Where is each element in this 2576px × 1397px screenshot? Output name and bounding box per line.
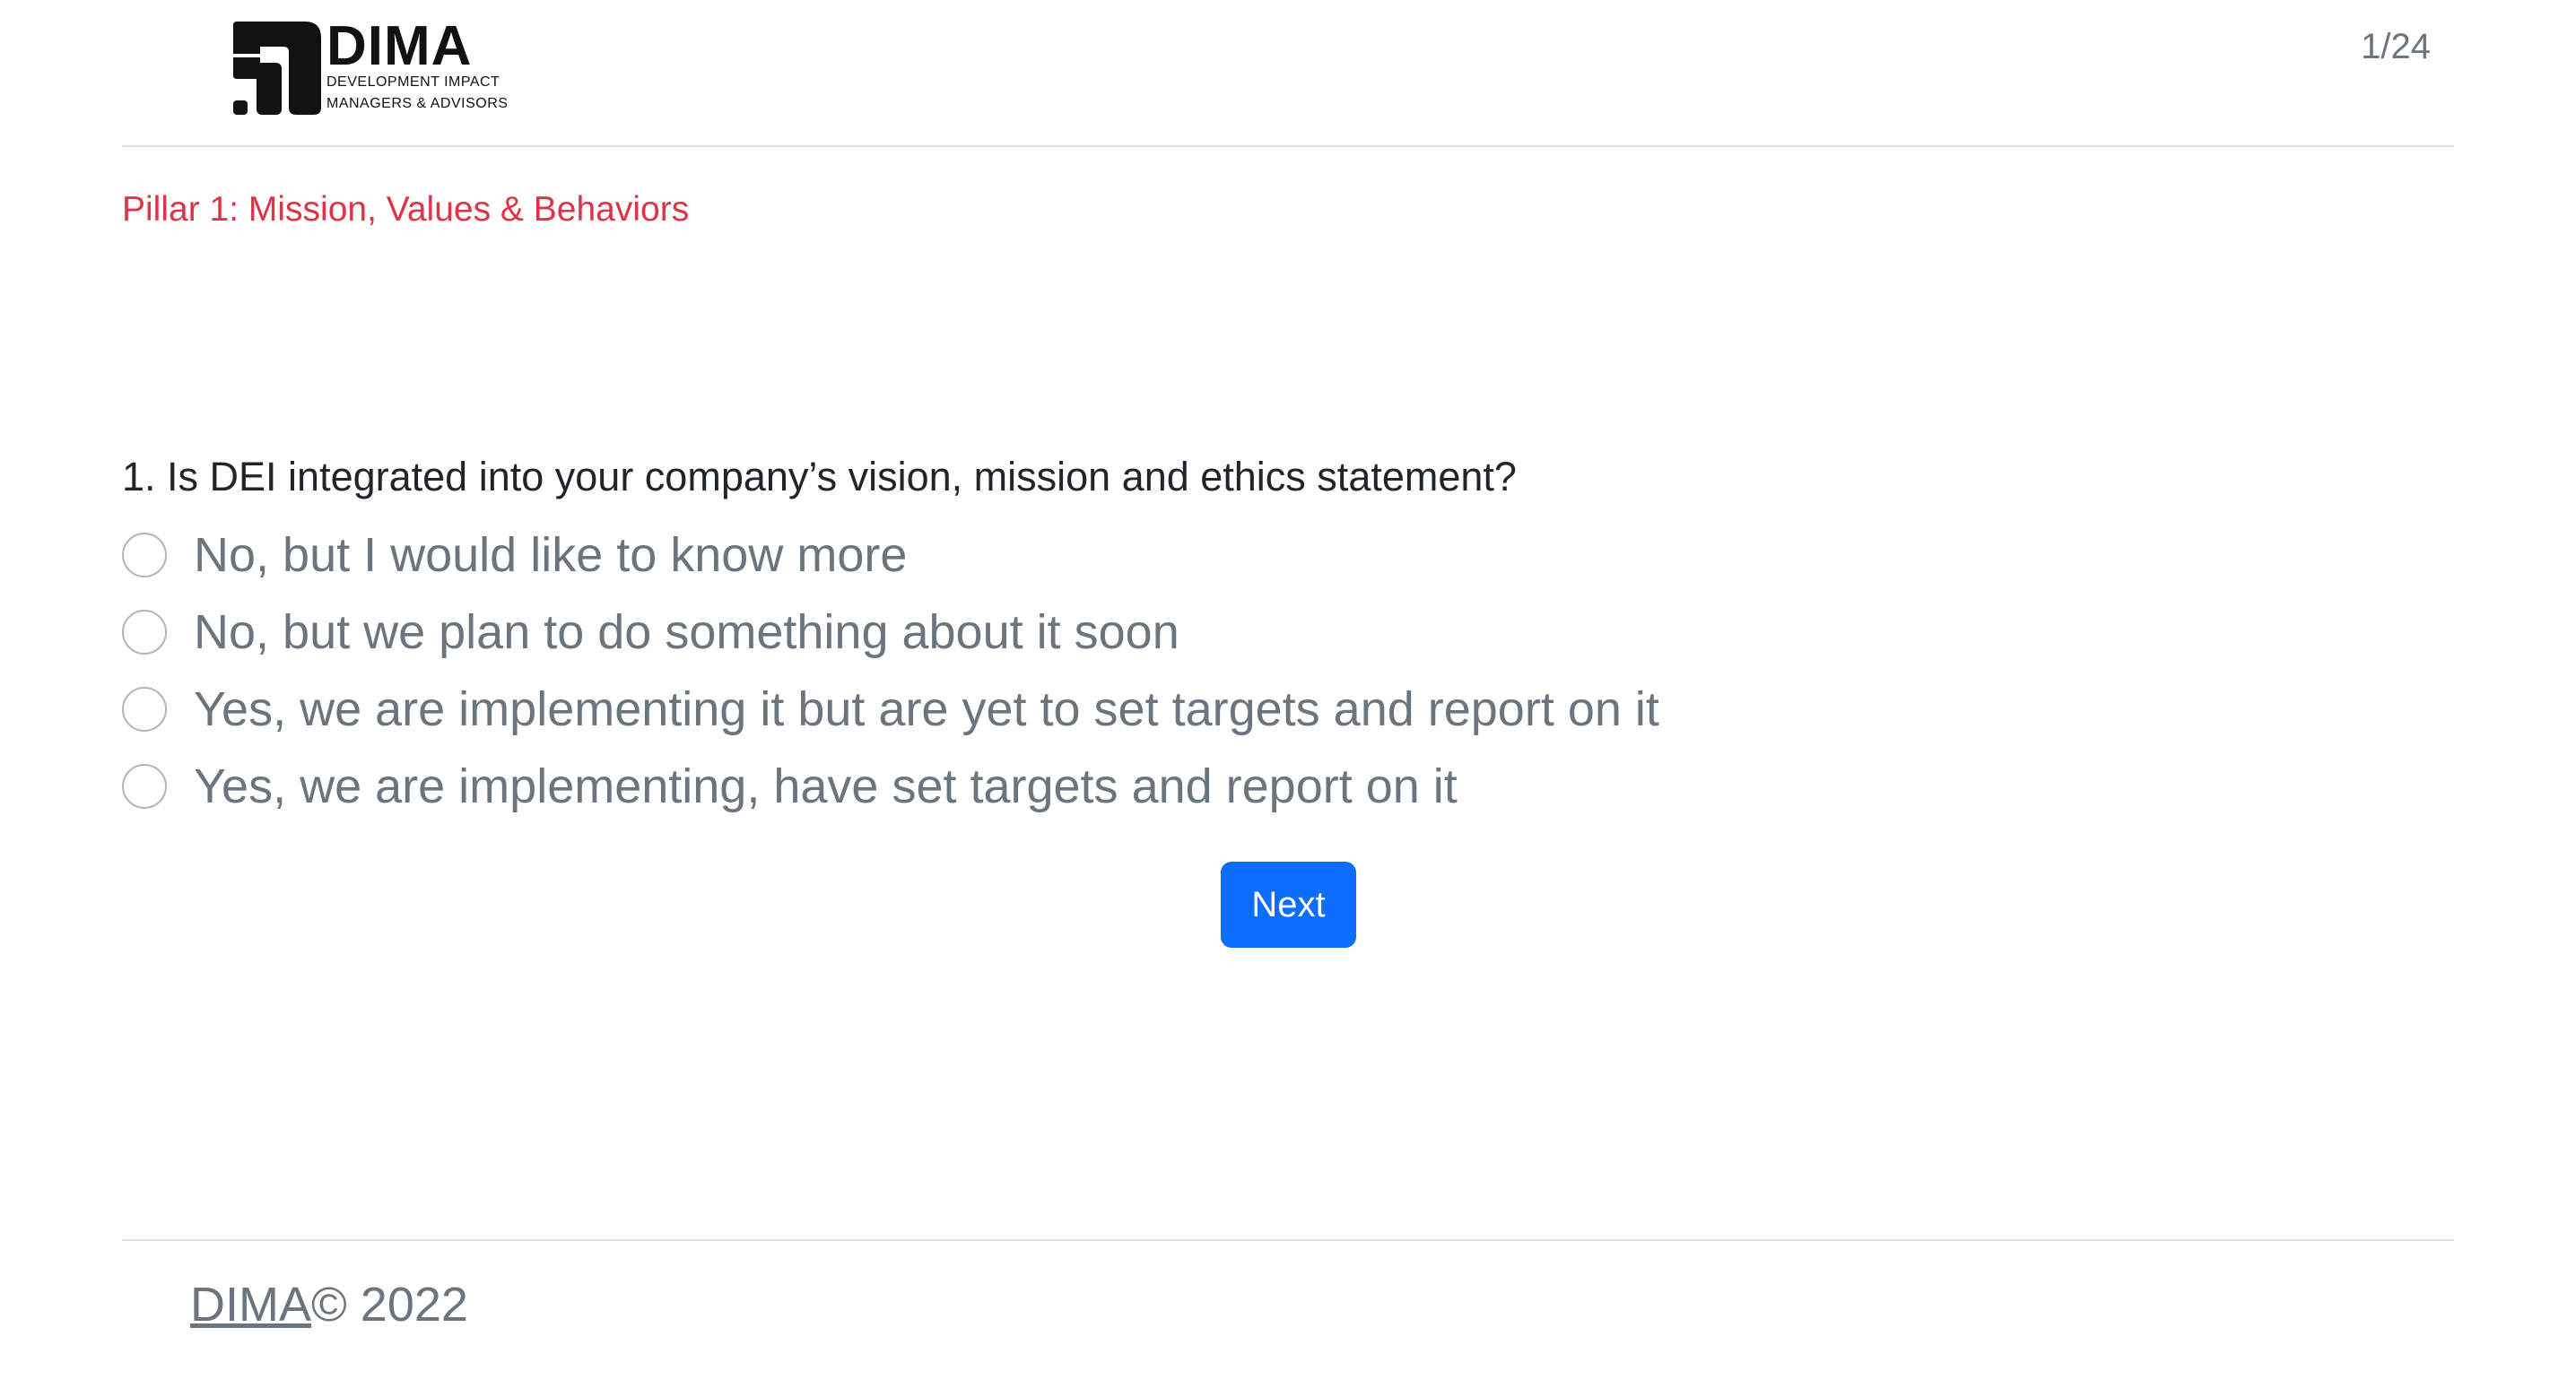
dima-logo-mark-icon	[233, 22, 321, 115]
answer-option[interactable]: No, but I would like to know more	[122, 516, 2454, 594]
question-text: 1. Is DEI integrated into your company’s…	[122, 454, 1517, 499]
footer-copyright: DIMA© 2022	[190, 1277, 468, 1332]
page-header: DIMA DEVELOPMENT IMPACT MANAGERS & ADVIS…	[122, 0, 2454, 147]
answer-option[interactable]: No, but we plan to do something about it…	[122, 594, 2454, 671]
logo-text: DIMA DEVELOPMENT IMPACT MANAGERS & ADVIS…	[326, 15, 509, 115]
pillar-title: Pillar 1: Mission, Values & Behaviors	[122, 190, 690, 229]
logo-title: DIMA	[326, 15, 473, 77]
answer-option[interactable]: Yes, we are implementing it but are yet …	[122, 671, 2454, 748]
radio-button[interactable]	[122, 533, 167, 577]
answer-option[interactable]: Yes, we are implementing, have set targe…	[122, 748, 2454, 825]
next-button[interactable]: Next	[1221, 862, 1356, 948]
copyright-text: © 2022	[311, 1278, 468, 1332]
page-footer: DIMA© 2022	[122, 1239, 2454, 1332]
answer-option-label: Yes, we are implementing, have set targe…	[194, 759, 1458, 813]
radio-button[interactable]	[122, 610, 167, 655]
footer-dima-link[interactable]: DIMA	[190, 1278, 311, 1332]
answer-option-label: No, but I would like to know more	[194, 528, 908, 582]
logo-subtitle-line1: DEVELOPMENT IMPACT	[326, 74, 500, 90]
dima-logo[interactable]: DIMA DEVELOPMENT IMPACT MANAGERS & ADVIS…	[233, 15, 520, 115]
answer-option-label: No, but we plan to do something about it…	[194, 605, 1179, 659]
logo-subtitle-line2: MANAGERS & ADVISORS	[326, 96, 509, 111]
question-block: 1. Is DEI integrated into your company’s…	[122, 450, 2454, 825]
answer-option-label: Yes, we are implementing it but are yet …	[194, 682, 1659, 736]
radio-button[interactable]	[122, 764, 167, 809]
page-counter: 1/24	[2361, 27, 2431, 66]
radio-button[interactable]	[122, 687, 167, 732]
